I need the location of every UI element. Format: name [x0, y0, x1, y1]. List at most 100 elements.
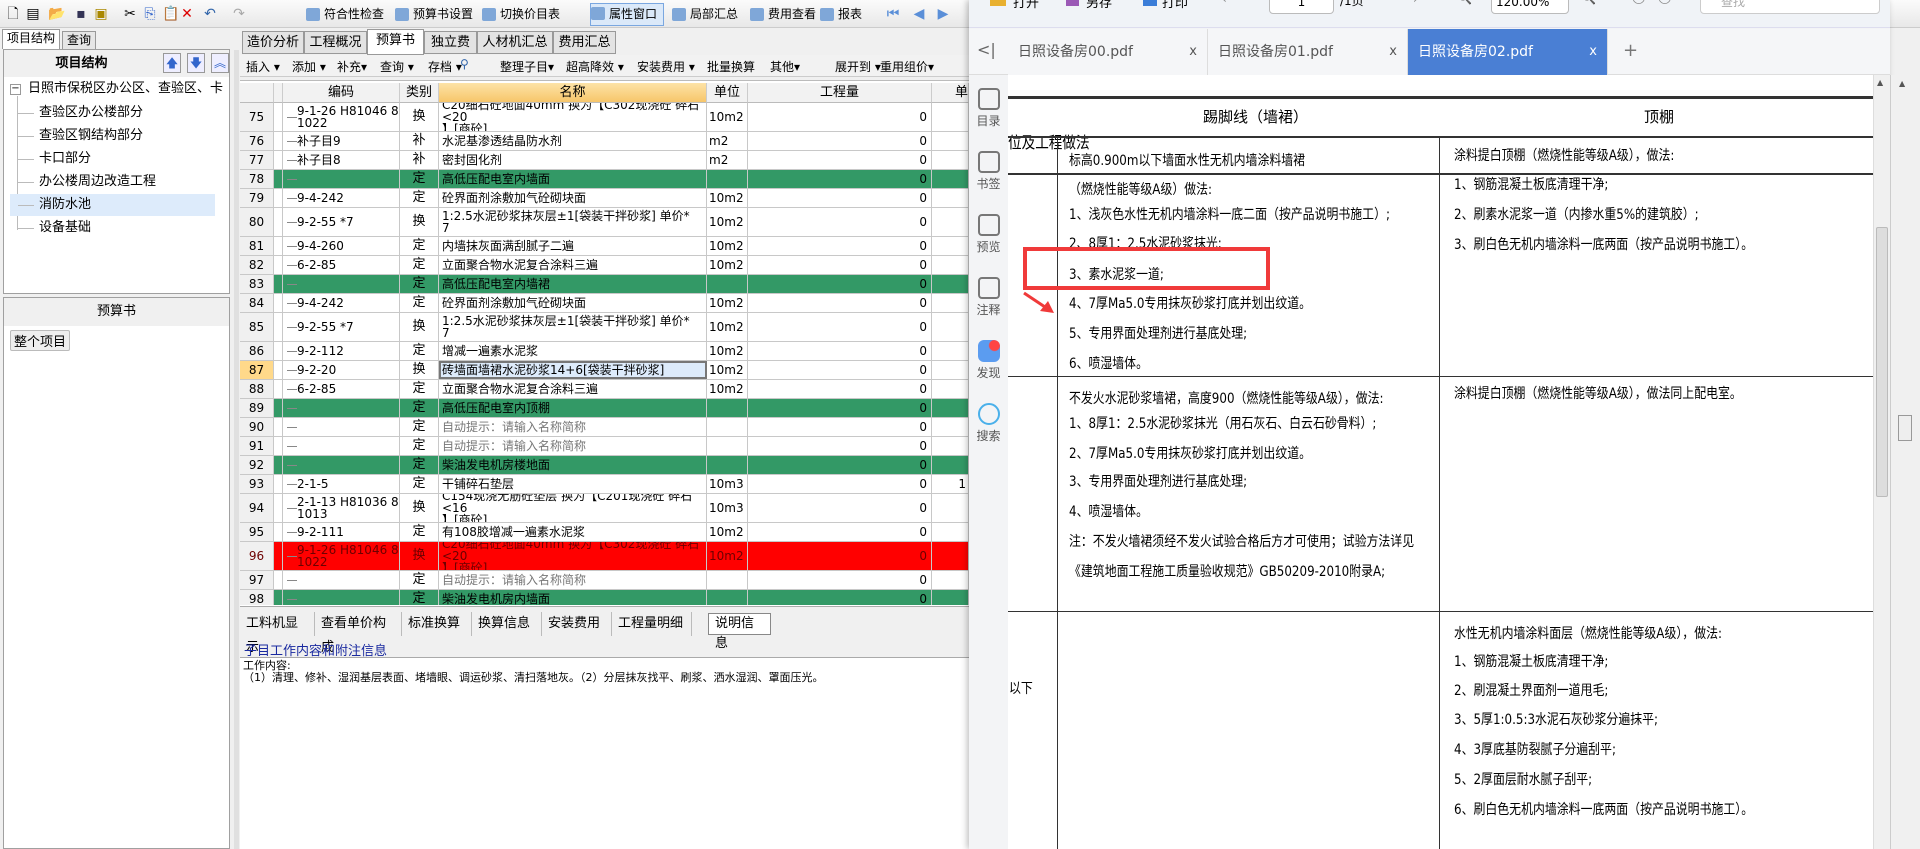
bottom-tab-5[interactable]: 工程量明细: [612, 612, 692, 636]
tree-cell[interactable]: [274, 571, 283, 589]
bottom-tab-4[interactable]: 安装费用: [542, 612, 612, 636]
unit-cell[interactable]: 10m2: [707, 103, 748, 131]
quantity-cell[interactable]: 0: [748, 399, 932, 417]
quantity-cell[interactable]: 0: [748, 151, 932, 169]
row-number[interactable]: 87: [240, 361, 274, 379]
unit-cell[interactable]: 10m2: [707, 380, 748, 398]
quantity-cell[interactable]: 0: [748, 571, 932, 589]
unit-cell[interactable]: [707, 590, 748, 605]
quantity-cell[interactable]: 0: [748, 256, 932, 274]
print-icon[interactable]: [1143, 0, 1157, 6]
zoom-out-icon[interactable]: 🔍: [1457, 0, 1472, 5]
name-cell[interactable]: C154现浇无筋砼垫层 换为【C201现浇砼 碎石<16 】[商砼]: [439, 494, 707, 522]
pdf-tab-1[interactable]: 日照设备房01.pdf x: [1208, 29, 1408, 75]
type-cell[interactable]: 定: [400, 237, 439, 255]
zoom-in-icon[interactable]: 🔍: [1581, 0, 1596, 5]
type-cell[interactable]: 换: [400, 208, 439, 236]
name-cell[interactable]: 高低压配电室内墙面: [439, 170, 707, 188]
code-cell[interactable]: [283, 275, 400, 293]
type-cell[interactable]: 补: [400, 132, 439, 150]
save-as-icon[interactable]: [1066, 0, 1079, 6]
code-cell[interactable]: 9-2-55 *7: [283, 208, 400, 236]
name-cell[interactable]: 1:2.5水泥砂浆抹灰层±1[袋装干拌砂浆] 单价* 7: [439, 313, 707, 341]
prev-page-icon[interactable]: ‹: [1222, 0, 1227, 6]
row-number[interactable]: 82: [240, 256, 274, 274]
table-row[interactable]: 84 9-4-242 定砼界面剂涂敷加气砼砌块面 10m2 0: [240, 294, 969, 313]
quantity-cell[interactable]: 0: [748, 475, 932, 493]
type-cell[interactable]: 换: [400, 542, 439, 570]
code-cell[interactable]: [283, 170, 400, 188]
unit-price-cell[interactable]: [932, 103, 969, 131]
name-cell[interactable]: 1:2.5水泥砂浆抹灰层±1[袋装干拌砂浆] 单价* 7: [439, 208, 707, 236]
unit-cell[interactable]: [707, 275, 748, 293]
name-cell[interactable]: 柴油发电机房楼地面: [439, 456, 707, 474]
quantity-cell[interactable]: 0: [748, 313, 932, 341]
table-row[interactable]: 86 9-2-112 定增减一遍素水泥浆 10m2 0: [240, 342, 969, 361]
name-cell[interactable]: 自动提示：请输入名称简称: [439, 437, 707, 455]
name-cell[interactable]: 砼界面剂涂敷加气砼砌块面: [439, 294, 707, 312]
row-number[interactable]: 91: [240, 437, 274, 455]
type-cell[interactable]: 定: [400, 342, 439, 360]
info-text-area[interactable]: 工作内容: （1）清理、修补、湿润基层表面、堵墙眼、调运砂浆、清扫落地灰。（2）…: [240, 657, 969, 849]
tree-cell[interactable]: [274, 151, 283, 169]
unit-price-cell[interactable]: [932, 437, 969, 455]
row-number[interactable]: 90: [240, 418, 274, 436]
tree-cell[interactable]: [274, 103, 283, 131]
quantity-cell[interactable]: 0: [748, 342, 932, 360]
bottom-tab-2[interactable]: 标准换算: [402, 612, 472, 636]
row-number[interactable]: 85: [240, 313, 274, 341]
sidebar-annotation[interactable]: 注释: [969, 277, 1008, 318]
name-cell[interactable]: 自动提示：请输入名称简称: [439, 418, 707, 436]
unit-price-cell[interactable]: [932, 151, 969, 169]
tree-cell[interactable]: [274, 313, 283, 341]
code-cell[interactable]: [283, 418, 400, 436]
row-number[interactable]: 77: [240, 151, 274, 169]
unit-cell[interactable]: 10m3: [707, 475, 748, 493]
unit-price-cell[interactable]: [932, 523, 969, 541]
bottom-tab-6[interactable]: 说明信息: [708, 613, 771, 651]
rotate-left-icon[interactable]: ◯: [1632, 0, 1645, 4]
name-cell[interactable]: 高低压配电室内顶棚: [439, 399, 707, 417]
tree-cell[interactable]: [274, 208, 283, 236]
row-number[interactable]: 76: [240, 132, 274, 150]
search-input[interactable]: 查找: [1700, 0, 1880, 14]
unit-cell[interactable]: [707, 170, 748, 188]
sidebar-discover[interactable]: 发现: [969, 340, 1008, 381]
type-cell[interactable]: 定: [400, 523, 439, 541]
table-row[interactable]: 96 9-1-26 H81046 8 1022 换 C20细石砼地面40mm 换为【C…: [240, 542, 969, 571]
row-number[interactable]: 80: [240, 208, 274, 236]
code-cell[interactable]: 9-1-26 H81046 8 1022: [283, 103, 400, 131]
row-number[interactable]: 93: [240, 475, 274, 493]
sidebar-bookmark[interactable]: 书签: [969, 151, 1008, 192]
row-number[interactable]: 94: [240, 494, 274, 522]
quantity-cell[interactable]: 0: [748, 456, 932, 474]
table-row[interactable]: 83 定高低压配电室内墙裙 0: [240, 275, 969, 294]
row-number[interactable]: 96: [240, 542, 274, 570]
name-cell[interactable]: C20细石砼地面40mm 换为【C302现浇砼 碎石<20 】[商砼]: [439, 542, 707, 570]
tree-cell[interactable]: [274, 170, 283, 188]
type-cell[interactable]: 定: [400, 294, 439, 312]
type-cell[interactable]: 换: [400, 103, 439, 131]
code-cell[interactable]: 6-2-85: [283, 380, 400, 398]
unit-cell[interactable]: 10m2: [707, 189, 748, 207]
pdf-tab-0[interactable]: 日照设备房00.pdf x: [1008, 29, 1208, 75]
table-row[interactable]: 89 定高低压配电室内顶棚 0: [240, 399, 969, 418]
quantity-cell[interactable]: 0: [748, 542, 932, 570]
quantity-cell[interactable]: 0: [748, 208, 932, 236]
pdf-tab-2[interactable]: 日照设备房02.pdf x: [1408, 29, 1608, 75]
unit-cell[interactable]: 10m2: [707, 313, 748, 341]
bottom-tab-0[interactable]: 工料机显示: [240, 612, 315, 655]
unit-cell[interactable]: 10m2: [707, 294, 748, 312]
zoom-select[interactable]: 120.00%: [1491, 0, 1569, 14]
table-row[interactable]: 90 定自动提示：请输入名称简称 0: [240, 418, 969, 437]
quantity-cell[interactable]: 0: [748, 189, 932, 207]
unit-cell[interactable]: [707, 418, 748, 436]
unit-price-cell[interactable]: [932, 542, 969, 570]
code-cell[interactable]: 2-1-5: [283, 475, 400, 493]
unit-price-cell[interactable]: 1: [932, 475, 969, 493]
new-tab-icon[interactable]: +: [1623, 40, 1638, 61]
row-number[interactable]: 88: [240, 380, 274, 398]
row-number[interactable]: 75: [240, 103, 274, 131]
type-cell[interactable]: 换: [400, 361, 439, 379]
tree-cell[interactable]: [274, 294, 283, 312]
